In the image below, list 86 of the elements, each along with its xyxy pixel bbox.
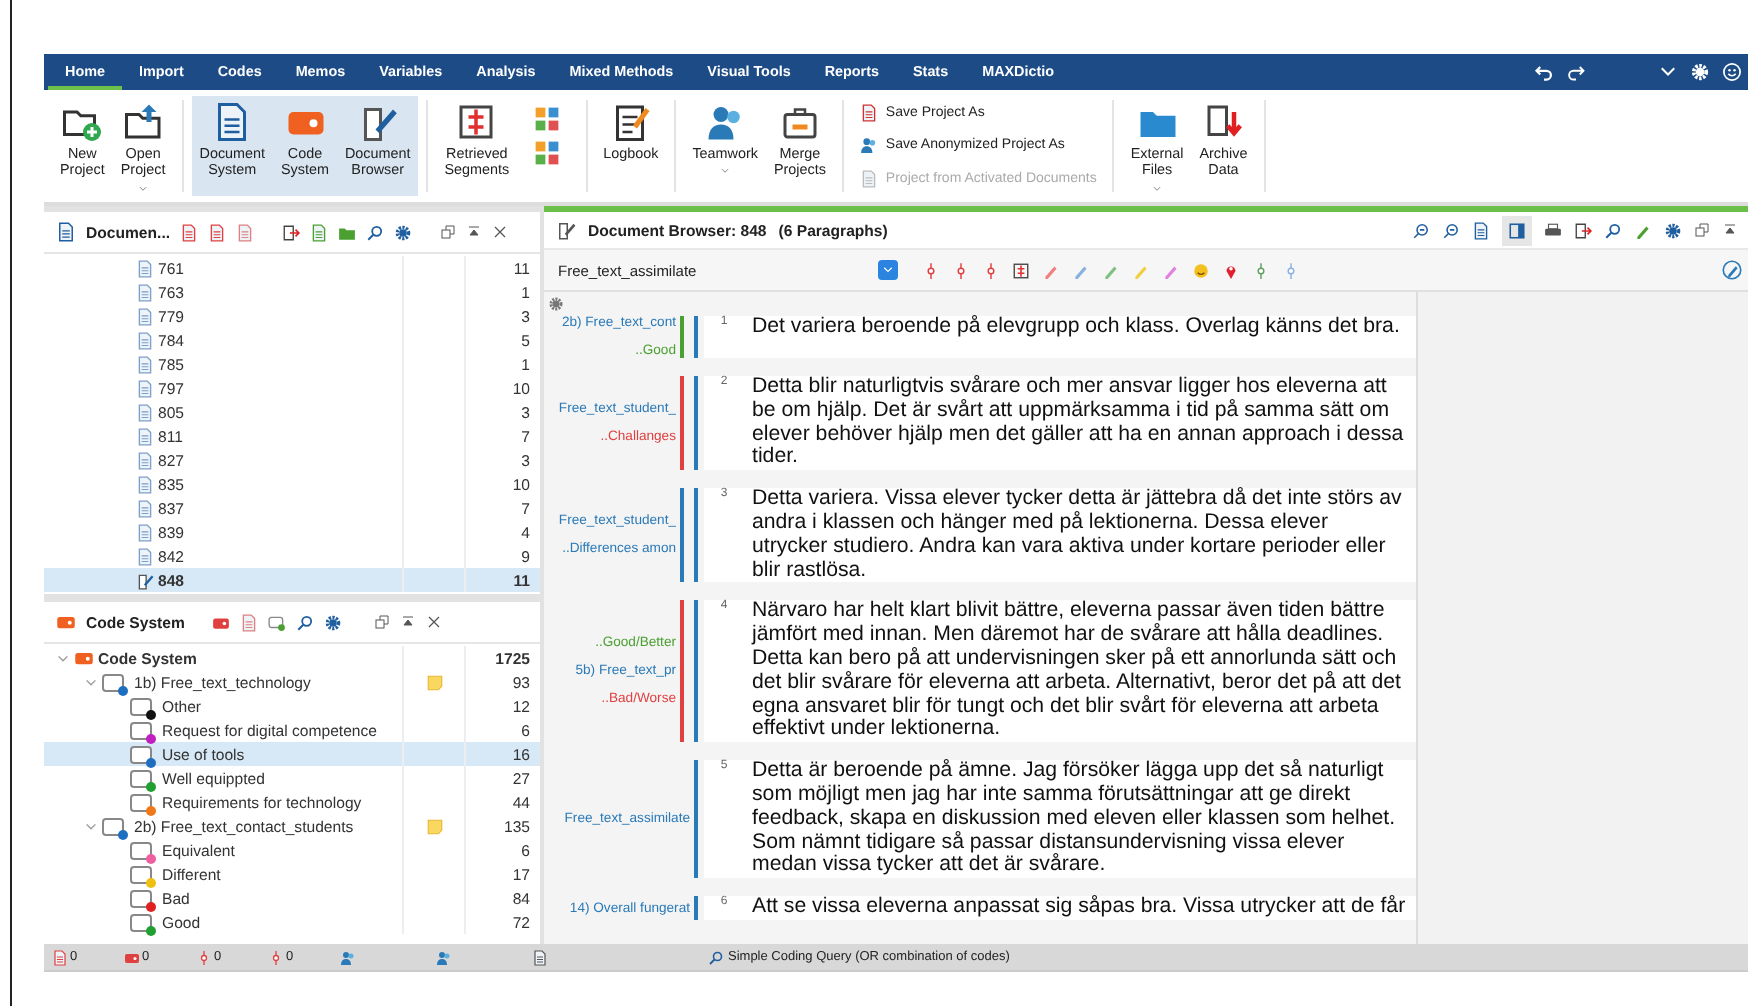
smiley-icon[interactable] [1722, 62, 1742, 82]
paragraph-text: Detta blir naturligtvis svårare och mer ansvar ligger hos eleverna att be om hjälp. Det är svårt att uppmärksamma i tid på samma sätt om elever behöver hjälp men det gäller att ha en annan approach i dessa tider. [744, 376, 1416, 471]
search-icon[interactable] [366, 223, 385, 241]
caret-icon [720, 166, 731, 177]
document-icon [136, 283, 154, 301]
edit-icon[interactable] [1722, 260, 1742, 280]
code-marker-icon[interactable] [922, 261, 940, 279]
archive-icon [1203, 102, 1244, 142]
collapse-icon[interactable] [1722, 222, 1738, 238]
code-tag-icon [56, 612, 76, 632]
close-icon[interactable] [492, 224, 509, 240]
document-icon [136, 451, 154, 469]
code-marker-icon[interactable] [952, 261, 970, 279]
redo-icon[interactable] [1566, 62, 1586, 82]
document-icon [136, 259, 154, 277]
document-icon[interactable] [208, 223, 227, 241]
document-icon [136, 499, 154, 517]
document-icon [136, 475, 154, 493]
document-icon[interactable] [52, 949, 68, 965]
document-icon [136, 307, 154, 325]
settings-icon[interactable] [324, 613, 343, 631]
code-marker-icon[interactable] [196, 949, 212, 965]
caret-icon [138, 183, 149, 194]
document-icon[interactable] [532, 949, 548, 965]
search-icon [708, 949, 724, 965]
document-icon [136, 547, 154, 565]
print-icon[interactable] [1544, 221, 1562, 239]
code-marker-icon[interactable] [982, 261, 1000, 279]
paragraph-text: Detta variera. Vissa elever tycker detta är jättebra då det inte störs av andra i klassen och hänger med på lektionerna. Dessa elever utrycker studiero. Andra kan vara aktiva under kortare perioder eller blir rastlösa. [744, 488, 1416, 583]
code-tag-icon[interactable] [212, 613, 231, 631]
code-tag-icon[interactable] [124, 949, 140, 965]
document-icon [136, 379, 154, 397]
open-folder-icon [123, 102, 164, 142]
segment-icon[interactable] [1012, 261, 1030, 279]
user-icon[interactable] [436, 949, 452, 965]
new-document-icon[interactable] [310, 223, 329, 241]
expand-icon[interactable] [84, 819, 98, 833]
pin-icon[interactable] [1222, 261, 1240, 279]
export-icon[interactable] [1574, 221, 1592, 239]
document-icon[interactable] [180, 223, 199, 241]
code-marker-icon[interactable] [268, 949, 284, 965]
document-icon [136, 571, 154, 589]
grid-icon [534, 140, 561, 166]
document-icon [136, 403, 154, 421]
paragraph-text: Det variera beroende på elevgrupp och klass. Overlag känns det bra. [744, 316, 1416, 358]
grid-icon [534, 106, 561, 132]
code-tag-icon [74, 648, 94, 668]
chevron-icon [882, 264, 894, 276]
user-icon[interactable] [340, 949, 356, 965]
paragraph-text: Närvaro har helt klart blivit bättre, eleverna passar även tiden bättre jämfört med innan. Men däremot har de svårare att hålla deadlines. Detta kan bero på att undervisningen sker på ett annorlunda sätt och det blir svårare för eleverna att arbeta. Alternativt, beror det på att det egna ansvaret blir för tungt och det blir svårt för eleverna att arbeta effektivt under lektionerna. [744, 600, 1416, 743]
caret-icon [1152, 183, 1163, 194]
briefcase-icon [779, 102, 820, 142]
document-icon [56, 222, 76, 242]
document-icon[interactable] [236, 223, 255, 241]
document-icon [136, 355, 154, 373]
paragraph-text: Att se vissa eleverna anpassat sig såpas bra. Vissa utrycker att de får [744, 896, 1416, 920]
restore-icon[interactable] [440, 224, 457, 240]
settings-icon[interactable] [394, 223, 413, 241]
search-icon[interactable] [296, 613, 315, 631]
paragraph-text: Detta är beroende på ämne. Jag försöker lägga upp det så naturligt som möjligt men jag har inte samma förutsättningar att ge direkt feedback, skapa en diskussion med eleven eller klassen som helhet. Som nämnt tidigare så passar distansundervisning vissa elever medan vissa tycker att det är svårare. [744, 760, 1416, 879]
document-icon [136, 427, 154, 445]
search-icon[interactable] [1604, 221, 1622, 239]
settings-icon[interactable] [548, 296, 564, 312]
expand-icon[interactable] [56, 651, 70, 665]
folder-icon[interactable] [338, 223, 357, 241]
people-icon [705, 102, 746, 142]
document-edit-icon [556, 220, 576, 240]
emoticon-icon[interactable] [1192, 261, 1210, 279]
document-icon [136, 523, 154, 541]
collapse-icon[interactable] [466, 224, 483, 240]
notebook-icon [610, 102, 651, 142]
document-icon [136, 331, 154, 349]
restore-icon[interactable] [1694, 222, 1710, 238]
panel-icon[interactable] [1508, 221, 1526, 239]
document-icon[interactable] [240, 613, 259, 631]
document-icon[interactable] [1472, 221, 1490, 239]
collapse-icon[interactable] [400, 614, 417, 630]
undo-icon[interactable] [1534, 62, 1554, 82]
new-code-icon[interactable] [268, 613, 287, 631]
settings-icon[interactable] [1664, 221, 1682, 239]
close-icon[interactable] [426, 614, 443, 630]
import-icon[interactable] [282, 223, 301, 241]
expand-icon[interactable] [84, 675, 98, 689]
zoom-out-icon[interactable] [1442, 221, 1460, 239]
restore-icon[interactable] [374, 614, 391, 630]
segments-icon [456, 102, 497, 142]
